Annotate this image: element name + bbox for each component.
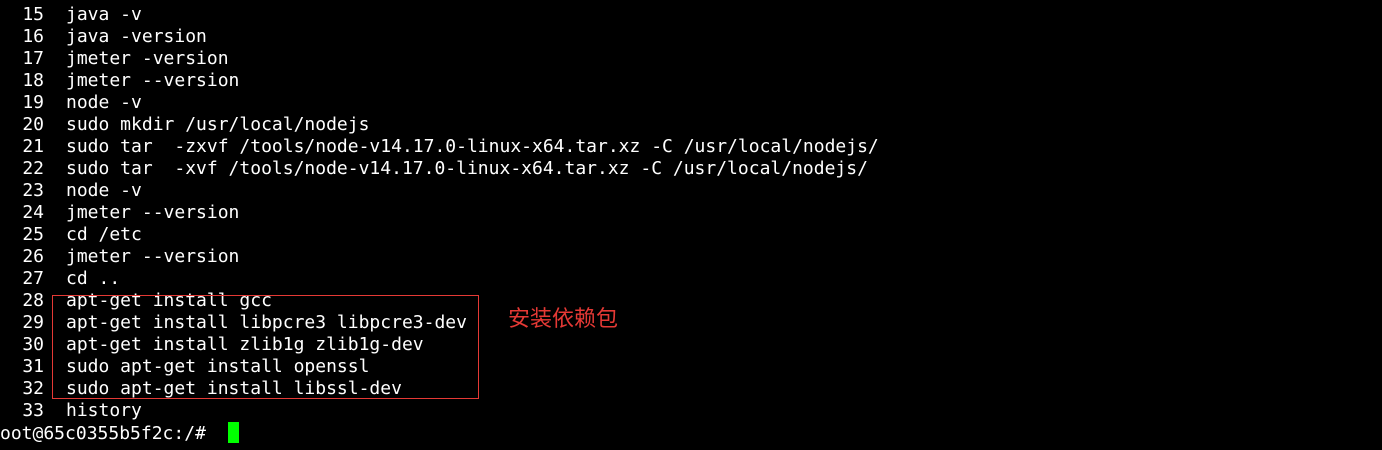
history-line: 29 apt-get install libpcre3 libpcre3-dev: [0, 312, 879, 334]
history-command: apt-get install gcc: [66, 290, 272, 311]
history-line: 24 jmeter --version: [0, 202, 879, 224]
history-command: jmeter -version: [66, 48, 229, 69]
history-number: 18: [22, 70, 44, 91]
history-line: 22 sudo tar -xvf /tools/node-v14.17.0-lin…: [0, 158, 879, 180]
history-line: 17 jmeter -version: [0, 48, 879, 70]
history-number: 24: [22, 202, 44, 223]
history-number: 27: [22, 268, 44, 289]
history-line: 25 cd /etc: [0, 224, 879, 246]
terminal-cursor[interactable]: [227, 422, 239, 443]
history-number: 26: [22, 246, 44, 267]
history-line: 16 java -version: [0, 26, 879, 48]
history-line: 31 sudo apt-get install openssl: [0, 356, 879, 378]
history-command: sudo apt-get install libssl-dev: [66, 378, 402, 399]
history-number: 33: [22, 400, 44, 421]
shell-prompt: oot@65c0355b5f2c:/#: [0, 423, 217, 444]
history-command: node -v: [66, 180, 142, 201]
history-command: sudo mkdir /usr/local/nodejs: [66, 114, 370, 135]
history-number: 23: [22, 180, 44, 201]
history-command: jmeter --version: [66, 202, 240, 223]
history-line: 21 sudo tar -zxvf /tools/node-v14.17.0-li…: [0, 136, 879, 158]
history-command: sudo apt-get install openssl: [66, 356, 370, 377]
annotation-label: 安装依赖包: [508, 307, 619, 332]
history-line: 27 cd ..: [0, 268, 879, 290]
history-line: 33 history: [0, 400, 879, 422]
history-line: 26 jmeter --version: [0, 246, 879, 268]
history-command: node -v: [66, 92, 142, 113]
history-number: 19: [22, 92, 44, 113]
history-number: 22: [22, 158, 44, 179]
history-command: java -version: [66, 26, 207, 47]
history-command: jmeter --version: [66, 70, 240, 91]
history-command: jmeter --version: [66, 246, 240, 267]
history-command: apt-get install libpcre3 libpcre3-dev: [66, 312, 467, 333]
history-number: 20: [22, 114, 44, 135]
history-number: 25: [22, 224, 44, 245]
history-command: sudo tar -zxvf /tools/node-v14.17.0-linu…: [66, 136, 879, 157]
terminal-window[interactable]: 15 java -v 16 java -version 17 jmeter -vers…: [0, 0, 1382, 450]
history-command: sudo tar -xvf /tools/node-v14.17.0-linux…: [66, 158, 868, 179]
history-line: 23 node -v: [0, 180, 879, 202]
history-command: java -v: [66, 4, 142, 25]
history-command: cd ..: [66, 268, 121, 289]
history-number: 16: [22, 26, 44, 47]
history-number: 29: [22, 312, 44, 333]
command-prompt-line[interactable]: oot@65c0355b5f2c:/#: [0, 422, 239, 444]
history-command: history: [66, 400, 142, 421]
history-number: 21: [22, 136, 44, 157]
history-line: 15 java -v: [0, 4, 879, 26]
history-number: 28: [22, 290, 44, 311]
history-number: 31: [22, 356, 44, 377]
history-line: 28 apt-get install gcc: [0, 290, 879, 312]
history-command: apt-get install zlib1g zlib1g-dev: [66, 334, 424, 355]
history-line: 30 apt-get install zlib1g zlib1g-dev: [0, 334, 879, 356]
history-command: cd /etc: [66, 224, 142, 245]
history-number: 17: [22, 48, 44, 69]
history-number: 30: [22, 334, 44, 355]
history-line: 32 sudo apt-get install libssl-dev: [0, 378, 879, 400]
history-line: 20 sudo mkdir /usr/local/nodejs: [0, 114, 879, 136]
history-number: 32: [22, 378, 44, 399]
history-output: 15 java -v 16 java -version 17 jmeter -vers…: [0, 4, 879, 422]
history-line: 18 jmeter --version: [0, 70, 879, 92]
history-line: 19 node -v: [0, 92, 879, 114]
history-number: 15: [22, 4, 44, 25]
